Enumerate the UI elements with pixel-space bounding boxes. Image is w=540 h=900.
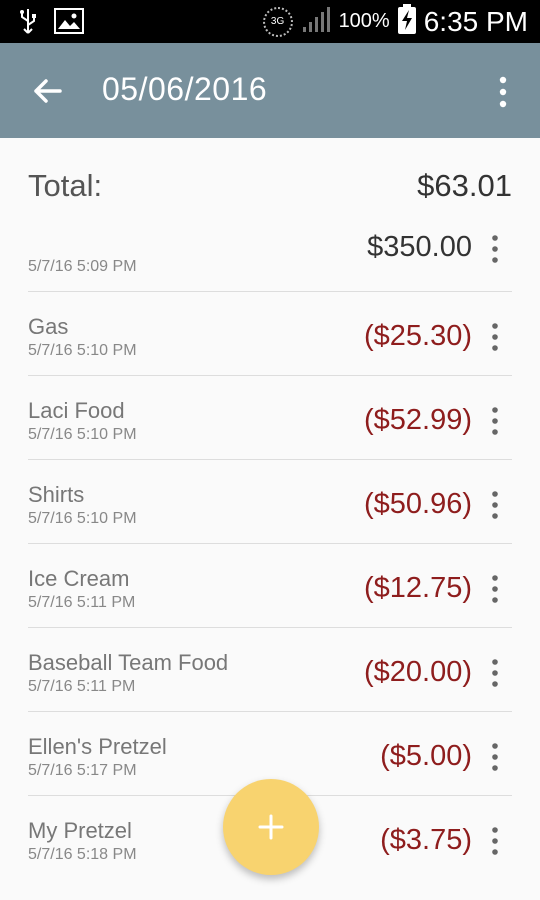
transaction-date: 5/7/16 5:10 PM [28, 426, 137, 443]
transaction-name: My Pretzel [28, 818, 132, 843]
transaction-name: Baseball Team Food [28, 650, 229, 675]
transaction-name: Laci Food [28, 398, 125, 423]
transaction-amount: ($25.30) [363, 320, 472, 352]
page-title: 05/06/2016 [102, 71, 268, 107]
overflow-menu-button[interactable] [488, 75, 518, 109]
transaction-row[interactable]: 5/7/16 5:09 PM $350.00 [0, 208, 540, 292]
total-row: Total: $63.01 [28, 168, 512, 208]
plus-icon [258, 814, 284, 840]
transaction-date: 5/7/16 5:10 PM [28, 510, 137, 527]
image-notification-icon [54, 8, 84, 39]
transaction-date: 5/7/16 5:11 PM [28, 594, 136, 611]
more-vertical-icon [499, 76, 507, 108]
transaction-date: 5/7/16 5:11 PM [28, 678, 136, 695]
add-transaction-button[interactable] [223, 779, 319, 875]
transaction-amount: ($3.75) [380, 824, 472, 856]
battery-charging-icon [397, 4, 416, 39]
transaction-row[interactable]: Gas 5/7/16 5:10 PM ($25.30) [0, 292, 540, 376]
transaction-amount: ($12.75) [363, 572, 472, 604]
more-vertical-icon[interactable] [488, 322, 502, 352]
transaction-amount: ($5.00) [380, 740, 472, 772]
total-value: $63.01 [417, 168, 512, 203]
network-type-icon: 3G [262, 6, 293, 37]
more-vertical-icon[interactable] [488, 490, 502, 520]
transaction-row[interactable]: Ice Cream 5/7/16 5:11 PM ($12.75) [0, 544, 540, 628]
transaction-date: 5/7/16 5:10 PM [28, 342, 137, 359]
more-vertical-icon[interactable] [488, 406, 502, 436]
transaction-name: Gas [28, 314, 69, 339]
transaction-amount: ($20.00) [363, 656, 472, 688]
transaction-name: Ellen's Pretzel [28, 734, 167, 759]
arrow-left-icon [34, 79, 62, 103]
total-label: Total: [28, 168, 103, 203]
transaction-name: Shirts [28, 482, 85, 507]
status-bar: 3G 100% 6:35 PM [0, 0, 540, 43]
transaction-date: 5/7/16 5:09 PM [28, 258, 137, 275]
transaction-date: 5/7/16 5:17 PM [28, 762, 137, 779]
transaction-amount: ($52.99) [363, 404, 472, 436]
transaction-row[interactable]: Laci Food 5/7/16 5:10 PM ($52.99) [0, 376, 540, 460]
transaction-row[interactable]: Shirts 5/7/16 5:10 PM ($50.96) [0, 460, 540, 544]
more-vertical-icon[interactable] [488, 742, 502, 772]
transaction-row[interactable]: Baseball Team Food 5/7/16 5:11 PM ($20.0… [0, 628, 540, 712]
transaction-amount: ($50.96) [363, 488, 472, 520]
more-vertical-icon[interactable] [488, 826, 502, 856]
usb-icon [18, 7, 38, 40]
app-bar: 05/06/2016 [0, 43, 540, 138]
transaction-date: 5/7/16 5:18 PM [28, 846, 137, 863]
signal-icon [301, 5, 331, 38]
more-vertical-icon[interactable] [488, 234, 502, 264]
clock: 6:35 PM [423, 5, 528, 37]
more-vertical-icon[interactable] [488, 658, 502, 688]
transaction-name: Ice Cream [28, 566, 130, 591]
back-button[interactable] [30, 73, 66, 109]
battery-percent: 100% [338, 10, 390, 32]
transaction-amount: $350.00 [367, 231, 472, 263]
more-vertical-icon[interactable] [488, 574, 502, 604]
